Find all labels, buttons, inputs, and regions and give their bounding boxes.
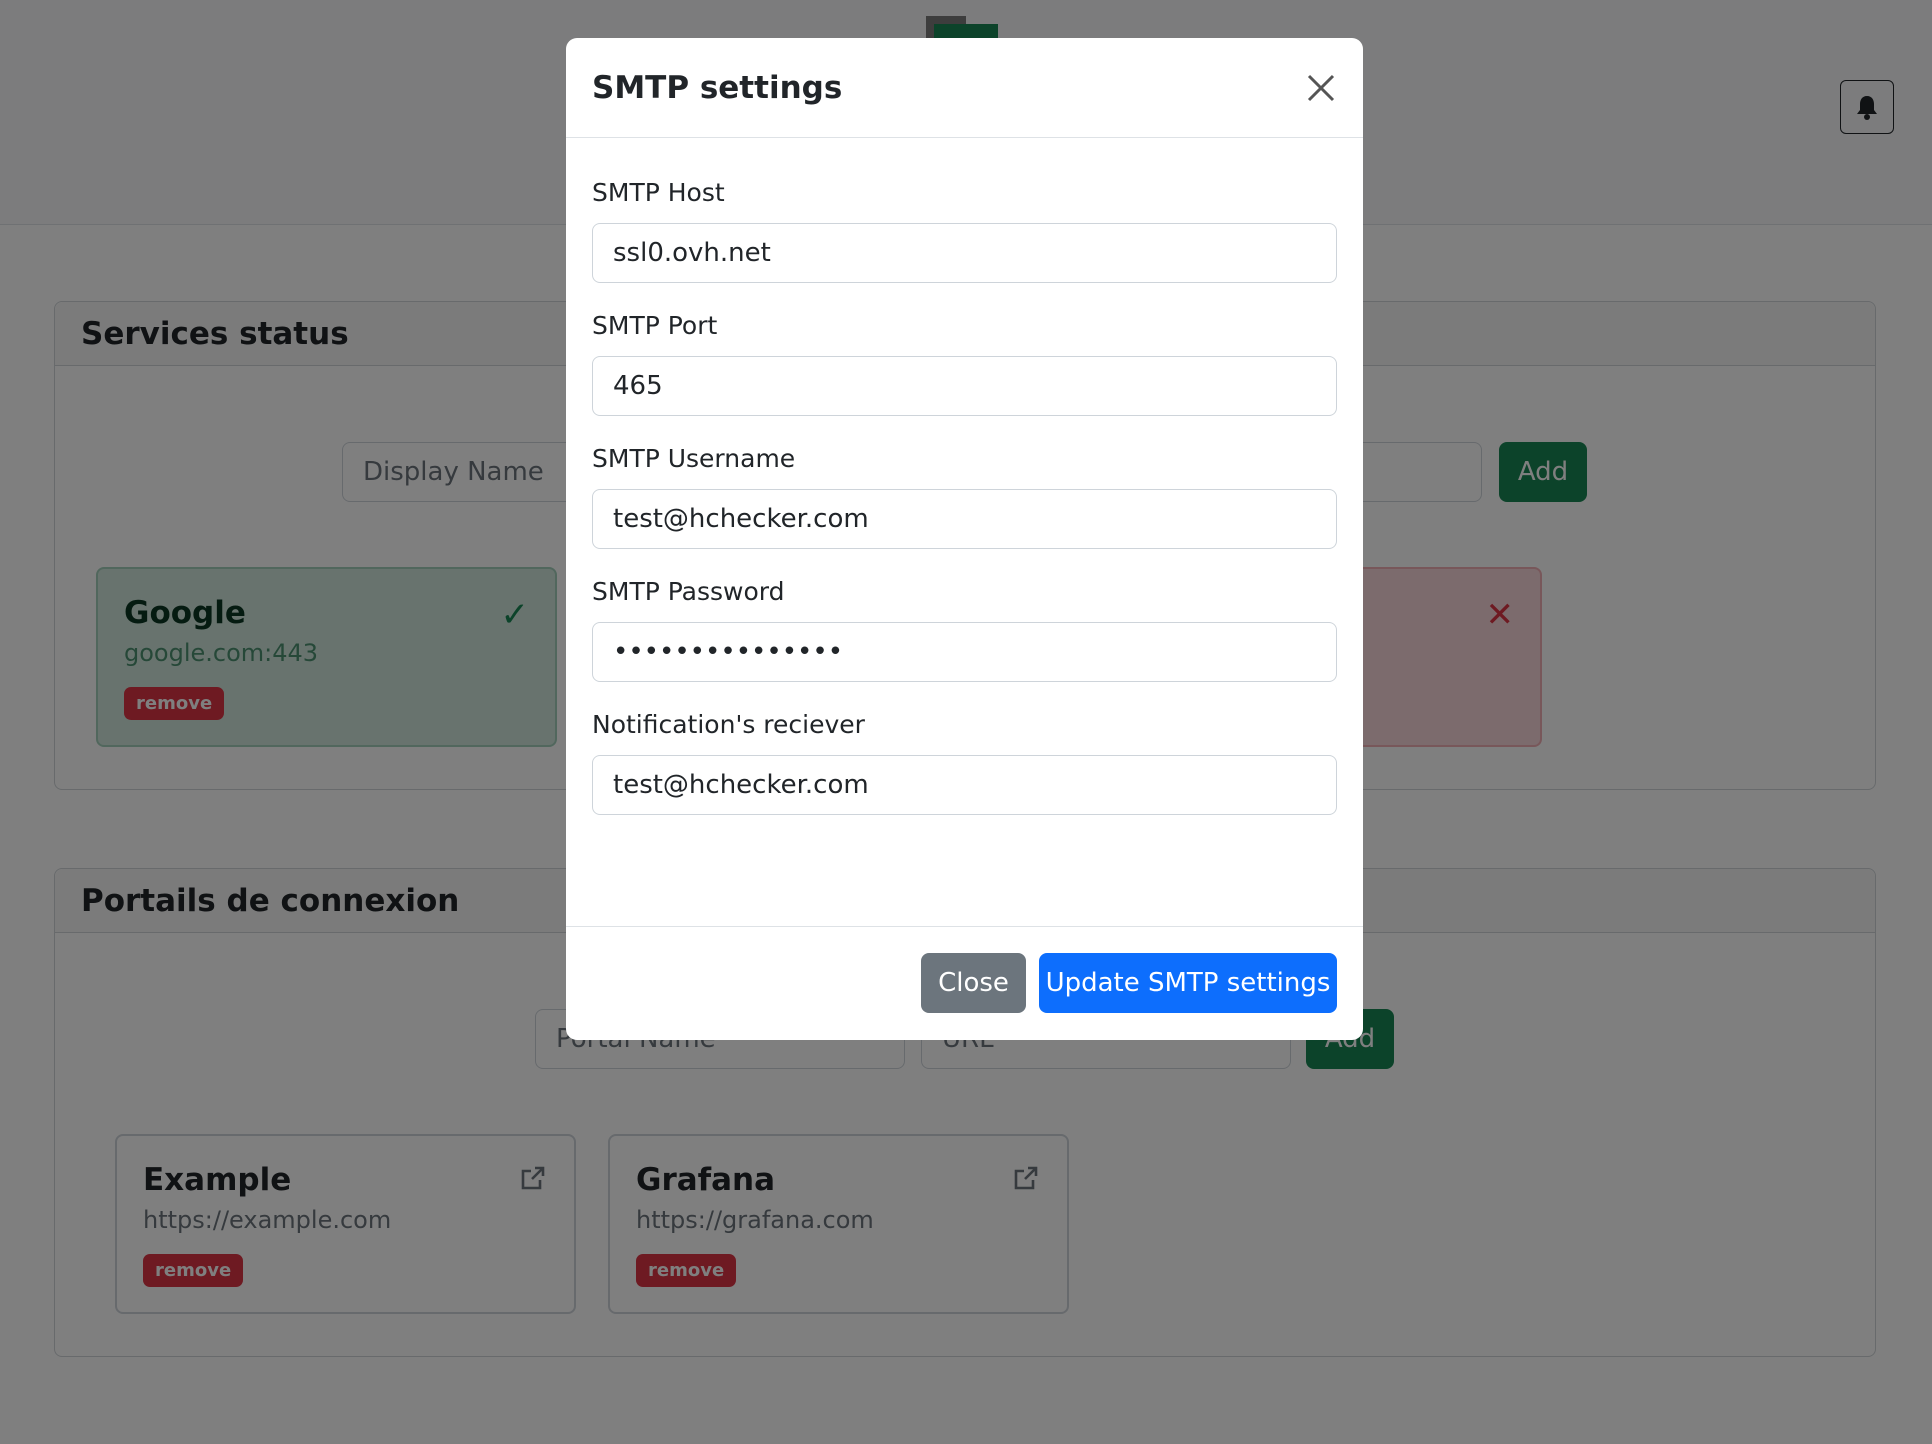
smtp-port-input[interactable]: 465	[592, 356, 1337, 416]
update-smtp-settings-button[interactable]: Update SMTP settings	[1039, 953, 1337, 1013]
smtp-host-input[interactable]: ssl0.ovh.net	[592, 223, 1337, 283]
smtp-password-label: SMTP Password	[592, 577, 785, 606]
smtp-port-label: SMTP Port	[592, 311, 718, 340]
modal-footer: Close Update SMTP settings	[566, 926, 1363, 1040]
smtp-username-label: SMTP Username	[592, 444, 796, 473]
modal-header: SMTP settings	[566, 38, 1363, 138]
smtp-settings-modal: SMTP settings SMTP Host ssl0.ovh.net SMT…	[566, 38, 1363, 1040]
smtp-host-label: SMTP Host	[592, 178, 725, 207]
smtp-username-field: SMTP Username test@hchecker.com	[592, 444, 1337, 549]
close-icon	[1307, 74, 1335, 102]
smtp-port-field: SMTP Port 465	[592, 311, 1337, 416]
smtp-username-input[interactable]: test@hchecker.com	[592, 489, 1337, 549]
smtp-password-input[interactable]: •••••••••••••••	[592, 622, 1337, 682]
close-modal-button[interactable]	[1303, 70, 1339, 106]
notification-receiver-label: Notification's reciever	[592, 710, 865, 739]
notification-receiver-input[interactable]: test@hchecker.com	[592, 755, 1337, 815]
modal-title: SMTP settings	[592, 69, 843, 106]
smtp-password-field: SMTP Password •••••••••••••••	[592, 577, 1337, 682]
smtp-host-field: SMTP Host ssl0.ovh.net	[592, 178, 1337, 283]
notification-receiver-field: Notification's reciever test@hchecker.co…	[592, 710, 1337, 815]
close-button[interactable]: Close	[921, 953, 1026, 1013]
modal-body: SMTP Host ssl0.ovh.net SMTP Port 465 SMT…	[566, 138, 1363, 815]
